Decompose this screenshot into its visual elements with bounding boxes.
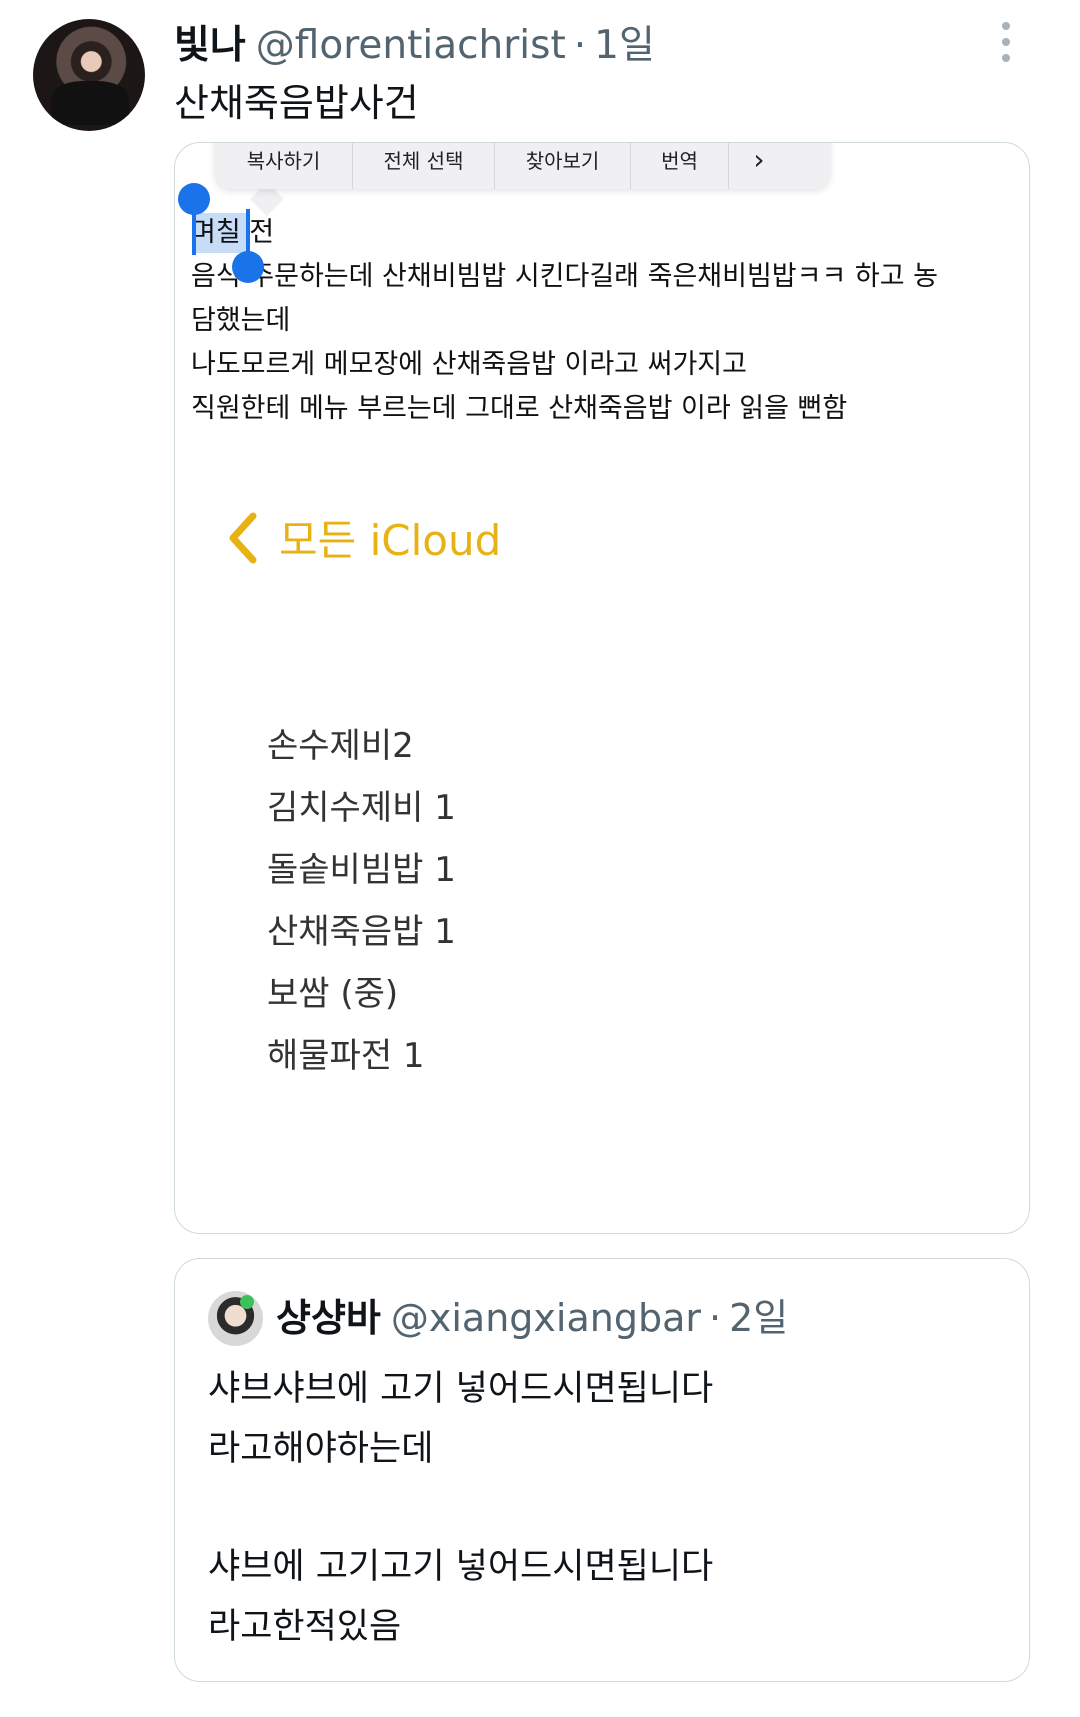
quoted-post-text: 샤브샤브에 고기 넣어드시면됩니다 라고해야하는데 샤브에 고기고기 넣어드시면…: [208, 1359, 713, 1657]
note-line: 며칠 전: [191, 217, 275, 248]
media-image[interactable]: 며칠 전 음식 주문하는데 산채비빔밥 시킨다길래 죽은채비빔밥ㅋㅋ 하고 농 …: [174, 142, 1030, 1234]
separator-dot: ·: [573, 23, 587, 68]
note-text: 며칠 전 음식 주문하는데 산채비빔밥 시킨다길래 죽은채비빔밥ㅋㅋ 하고 농 …: [191, 211, 938, 431]
menu-item-more: ›: [753, 142, 765, 176]
quoted-post-timestamp: 2일: [729, 1296, 789, 1340]
menu-item-copy: 복사하기: [215, 143, 353, 189]
note-line: 음식 주문하는데 산채비빔밥 시킨다길래 죽은채비빔밥ㅋㅋ 하고 농: [191, 261, 939, 292]
quote-line: 라고해야하는데: [208, 1429, 434, 1469]
quoted-author-display-name: 샹샹바: [276, 1296, 381, 1340]
quote-line: 샤브샤브에 고기 넣어드시면됩니다: [208, 1369, 714, 1409]
quoted-post[interactable]: 샹샹바 @xiangxiangbar · 2일 샤브샤브에 고기 넣어드시면됩니…: [174, 1258, 1030, 1682]
selection-end-handle: [232, 251, 264, 283]
quoted-author-handle: @xiangxiangbar: [390, 1296, 701, 1340]
order-item: 돌솥비빔밥 1: [267, 850, 456, 890]
icloud-label: 모든 iCloud: [279, 516, 502, 565]
selection-start-handle: [178, 183, 210, 215]
quoted-post-header: 샹샹바 @xiangxiangbar · 2일: [276, 1287, 788, 1342]
note-line: 담했는데: [191, 305, 291, 336]
more-vertical-icon[interactable]: [996, 22, 1016, 62]
post-timestamp[interactable]: 1일: [594, 14, 655, 70]
menu-item-select-all: 전체 선택: [353, 143, 495, 189]
note-line: 직원한테 메뉴 부르는데 그대로 산채죽음밥 이라 읽을 뻔함: [191, 393, 848, 424]
note-line: 나도모르게 메모장에 산채죽음밥 이라고 써가지고: [191, 349, 747, 380]
quote-line: 샤브에 고기고기 넣어드시면됩니다: [208, 1547, 714, 1587]
order-list: 손수제비2 김치수제비 1 돌솥비빔밥 1 산채죽음밥 1 보쌈 (중) 해물파…: [267, 715, 456, 1087]
menu-item-look-up: 찾아보기: [495, 143, 631, 189]
quoted-author-avatar: [208, 1291, 263, 1346]
icloud-back-nav: 모든 iCloud: [223, 507, 501, 568]
separator-dot: ·: [709, 1296, 722, 1340]
post-text: 산채죽음밥사건: [174, 81, 419, 125]
quote-line: 라고한적있음: [208, 1607, 402, 1647]
author-handle[interactable]: @florentiachrist: [256, 23, 566, 68]
selection-end-line: [246, 209, 250, 257]
author-avatar[interactable]: [33, 19, 145, 131]
post-header: 빛나 @florentiachrist · 1일: [174, 14, 655, 68]
order-item: 손수제비2: [267, 726, 414, 766]
order-item: 보쌈 (중): [267, 974, 399, 1014]
order-item: 해물파전 1: [267, 1036, 425, 1076]
order-item: 김치수제비 1: [267, 788, 456, 828]
text-context-menu: 복사하기 전체 선택 찾아보기 번역 ›: [215, 142, 830, 189]
author-display-name[interactable]: 빛나: [174, 14, 246, 70]
order-item: 산채죽음밥 1: [267, 912, 456, 952]
menu-item-translate: 번역: [631, 143, 729, 189]
chevron-back-icon: [229, 512, 257, 563]
